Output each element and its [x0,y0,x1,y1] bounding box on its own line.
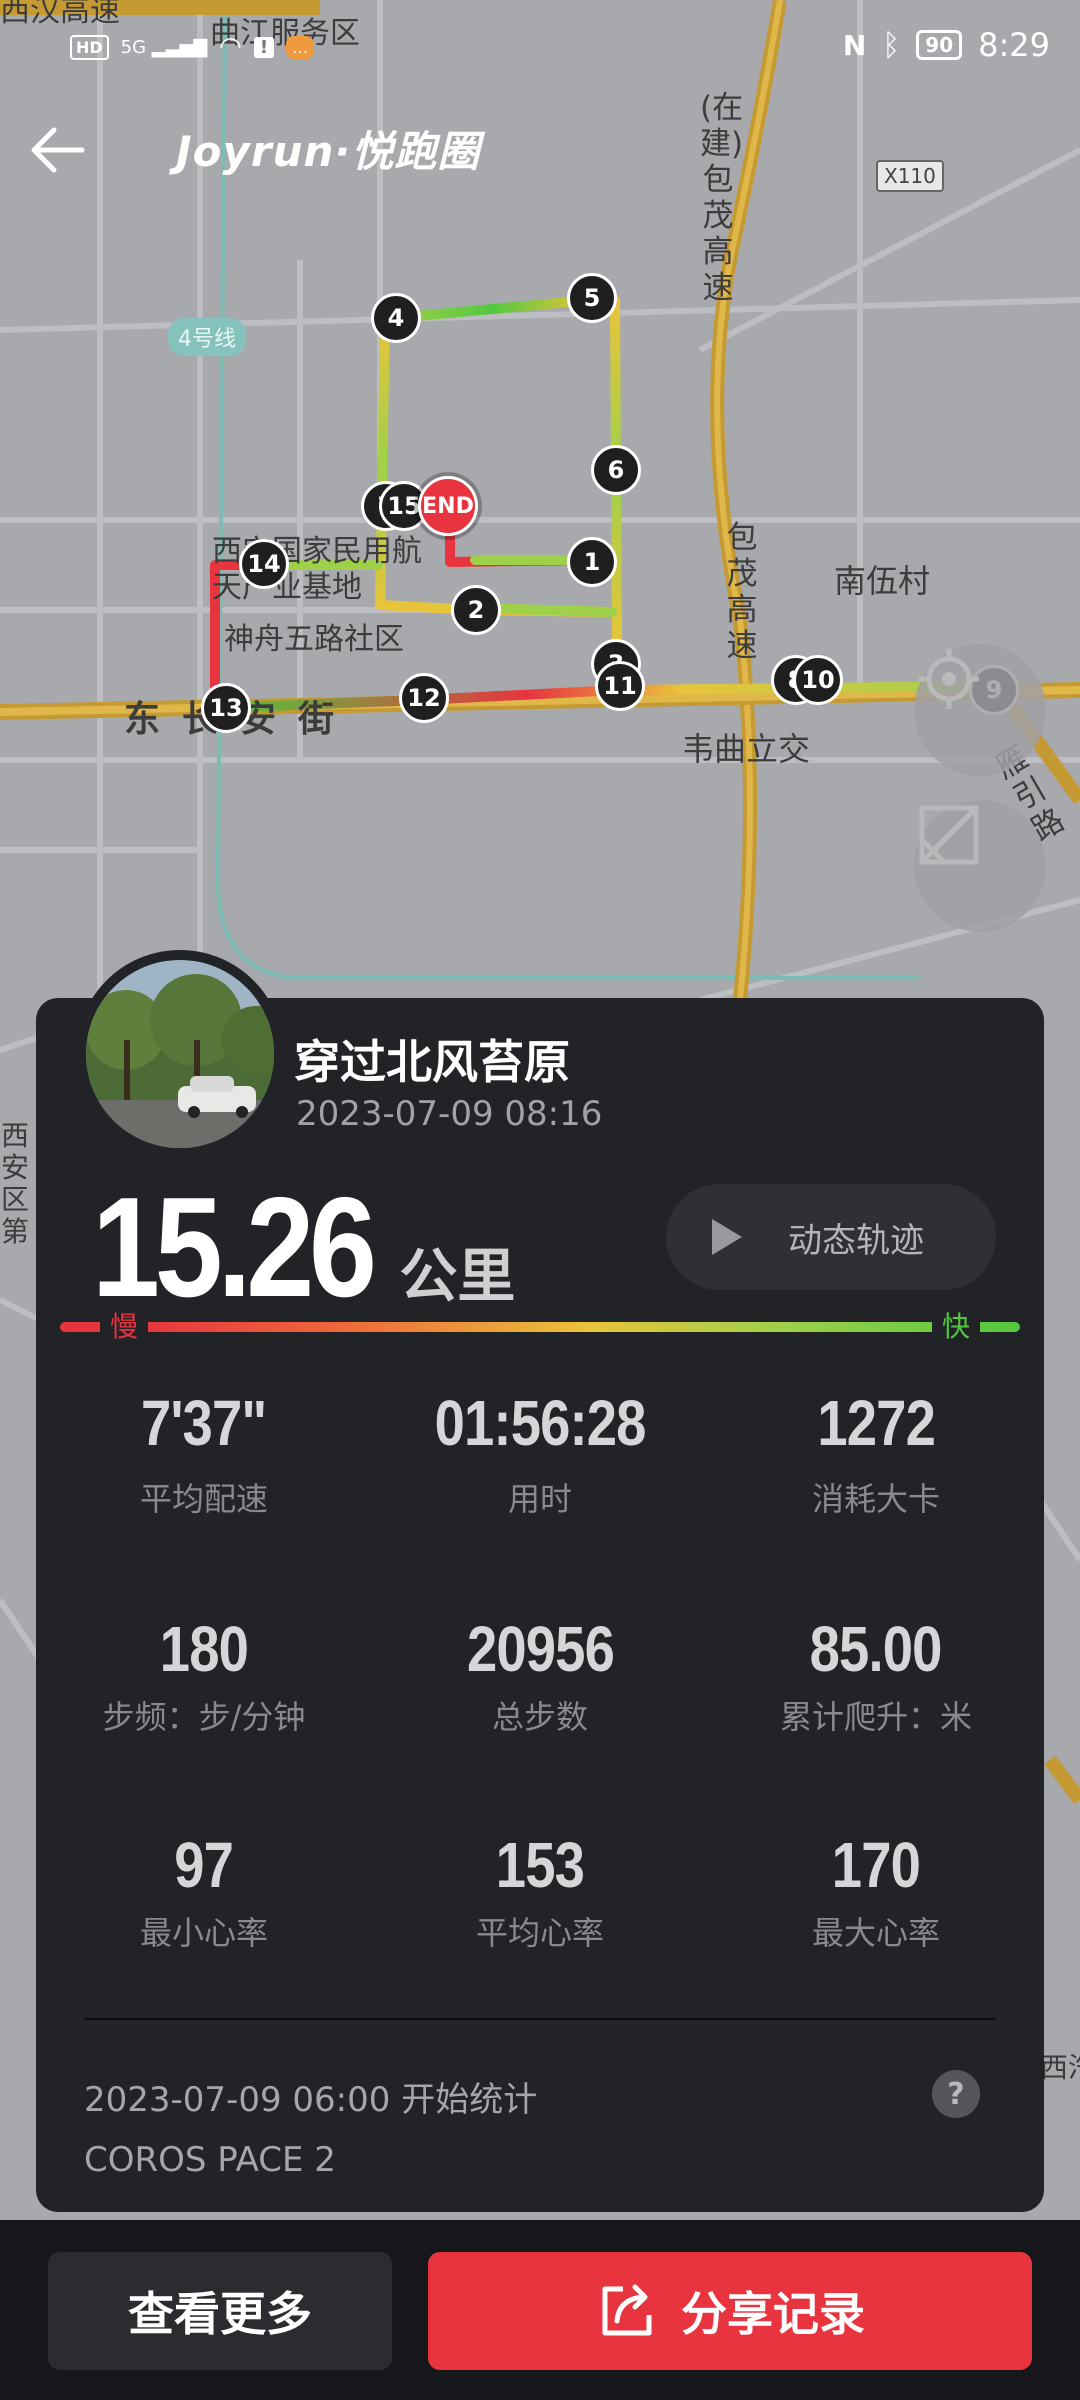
map-label-expressway: 包茂高速 [726,520,758,664]
stat-value: 1272 [817,1387,935,1459]
stat-total-steps: 20956 总步数 [372,1612,708,1738]
nfc-icon: N [842,28,867,62]
pace-legend: 慢 快 [60,1312,1020,1342]
share-record-label: 分享记录 [681,2287,865,2341]
km-marker-5[interactable]: 5 [567,273,617,323]
view-more-button[interactable]: 查看更多 [48,2252,392,2370]
km-marker-11[interactable]: 11 [595,661,645,711]
run-title: 穿过北风苔原 [294,1035,570,1089]
stat-avg-pace: 7'37" 平均配速 [36,1386,372,1520]
stat-value: 01:56:28 [434,1387,647,1459]
km-marker-6[interactable]: 6 [591,445,641,495]
km-marker-1[interactable]: 1 [567,537,617,587]
stat-label: 最小心率 [139,1914,268,1952]
stat-duration: 01:56:28 用时 [372,1386,708,1520]
stat-value: 170 [831,1829,921,1901]
bluetooth-icon: ᛒ [882,27,901,63]
app-header: Joyrun·悦跑圈 [0,110,1080,190]
status-right-icons: N ᛒ 90 8:29 [843,26,1050,64]
hd-icon: HD [70,34,109,60]
map-label-left-edge: 西安区第 [0,1119,29,1248]
map-style-button[interactable] [914,800,1046,932]
km-marker-13[interactable]: 13 [201,683,251,733]
stat-avg-heart-rate: 153 平均心率 [372,1828,708,1954]
status-bar: HD 5G ▂▃▅▇ ◠ ! … N ᛒ 90 8:29 [0,20,1080,84]
locate-icon [919,649,979,709]
km-marker-10[interactable]: 10 [793,655,843,705]
km-marker-12[interactable]: 12 [399,673,449,723]
stat-elevation-gain: 85.00 累计爬升：米 [708,1612,1044,1738]
km-marker-4[interactable]: 4 [371,293,421,343]
avatar[interactable] [76,950,284,1158]
stat-start-time: 2023-07-09 06:00 开始统计 [84,2080,538,2120]
stat-max-heart-rate: 170 最大心率 [708,1828,1044,1954]
arrow-left-icon [31,127,85,173]
dynamic-track-label: 动态轨迹 [788,1220,924,1261]
stat-label: 消耗大卡 [811,1480,940,1518]
stat-label: 平均心率 [475,1914,604,1952]
stat-value: 85.00 [810,1613,943,1685]
stat-value: 153 [495,1829,585,1901]
stat-label: 平均配速 [139,1480,268,1518]
play-icon [712,1219,742,1255]
map-label-village: 南伍村 [834,562,931,600]
avatar-photo [86,960,274,1148]
stat-label: 最大心率 [811,1914,940,1952]
stat-value: 180 [159,1613,249,1685]
pace-slow-label: 慢 [100,1312,149,1342]
stat-label: 累计爬升：米 [779,1698,972,1736]
bottom-action-bar: 查看更多 分享记录 [0,2220,1080,2400]
metro-line-badge: 4号线 [168,318,246,356]
map-label-right-edge: 西汽 [1040,2051,1080,2084]
stat-label: 用时 [507,1480,572,1518]
device-name: COROS PACE 2 [84,2140,336,2180]
wifi-icon: ◠ [219,32,242,62]
message-icon: … [286,35,315,59]
stat-min-heart-rate: 97 最小心率 [36,1828,372,1954]
stat-value: 20956 [466,1613,614,1685]
stat-label: 步频：步/分钟 [102,1698,306,1736]
km-marker-2[interactable]: 2 [451,585,501,635]
stat-value: 97 [174,1829,235,1901]
stat-label: 总步数 [491,1698,588,1736]
distance-unit: 公里 [399,1242,516,1310]
stat-cadence: 180 步频：步/分钟 [36,1612,372,1738]
stat-value: 7'37" [141,1387,267,1459]
share-icon [602,2284,652,2336]
distance-display: 15.26 公里 [92,1166,515,1330]
divider [84,2018,996,2020]
dynamic-track-button[interactable]: 动态轨迹 [666,1184,996,1290]
app-logo: Joyrun·悦跑圈 [176,127,481,176]
end-marker[interactable]: END [418,476,478,536]
stat-calories: 1272 消耗大卡 [708,1386,1044,1520]
map-label-interchange: 韦曲立交 [682,730,811,768]
clock: 8:29 [978,26,1050,64]
battery-icon: 90 [916,30,963,60]
network-type: 5G [120,36,147,58]
run-summary-card: 穿过北风苔原 2023-07-09 08:16 15.26 公里 动态轨迹 慢 … [36,950,1044,2212]
signal-icon: 5G ▂▃▅▇ [120,36,208,58]
pace-fast-label: 快 [931,1312,980,1342]
map-label-community: 神舟五路社区 [224,622,404,657]
status-left-icons: HD 5G ▂▃▅▇ ◠ ! … [70,32,315,62]
distance-value: 15.26 [92,1168,377,1327]
share-record-button[interactable]: 分享记录 [428,2252,1032,2370]
map-layer-icon [919,805,979,865]
alert-icon: ! [253,36,275,58]
run-date: 2023-07-09 08:16 [296,1094,603,1134]
help-icon[interactable]: ? [932,2070,980,2118]
km-marker-14[interactable]: 14 [239,539,289,589]
back-button[interactable] [28,120,88,180]
pace-gradient-bar [60,1322,1020,1332]
locate-button[interactable] [914,644,1046,776]
